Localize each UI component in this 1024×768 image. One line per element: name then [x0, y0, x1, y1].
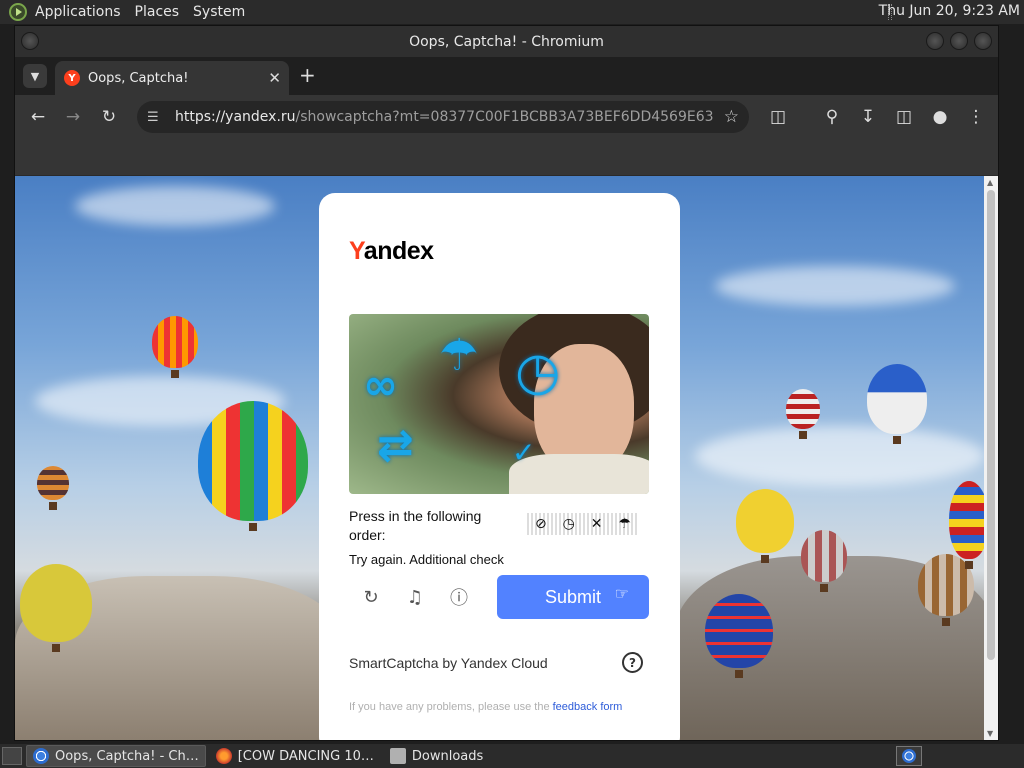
smartcaptcha-brand: SmartCaptcha by Yandex Cloud — [349, 655, 548, 671]
audio-headphones-icon[interactable]: ♫ — [403, 585, 427, 609]
hot-air-balloon — [736, 489, 794, 563]
paperclip-icon[interactable]: ∞ — [363, 360, 398, 409]
profile-avatar-icon[interactable]: ● — [929, 106, 951, 128]
captcha-card: Yandex ∞ ☂ ◷ ⇄ ✓ Press in the following … — [319, 193, 680, 740]
hot-air-balloon — [37, 466, 69, 510]
forward-button[interactable]: → — [62, 106, 84, 128]
hot-air-balloon — [705, 594, 773, 678]
chevron-down-icon: ▼ — [30, 69, 40, 83]
url-host: https://yandex.ru — [175, 109, 296, 125]
tab-search-button[interactable]: ▼ — [23, 64, 47, 88]
kebab-menu-icon[interactable]: ⋮ — [965, 106, 987, 128]
url-text[interactable]: https://yandex.ru/showcaptcha?mt=08377C0… — [175, 109, 713, 125]
scroll-down-arrow-icon[interactable]: ▼ — [987, 729, 993, 738]
close-tab-icon[interactable]: ✕ — [268, 69, 281, 87]
window-title: Oops, Captcha! - Chromium — [409, 33, 604, 50]
url-path: /showcaptcha?mt=08377C00F1BCBB3A73BEF6DD… — [295, 109, 713, 125]
refresh-icon[interactable]: ↻ — [359, 585, 383, 609]
bookmarks-bar — [15, 139, 998, 175]
feedback-form-link[interactable]: feedback form — [553, 701, 623, 713]
tab-strip: ▼ Y Oops, Captcha! ✕ + — [15, 57, 998, 95]
captcha-error-message: Try again. Additional check — [349, 552, 504, 567]
taskbar-item-label: Downloads — [411, 748, 484, 764]
check-icon[interactable]: ✓ — [512, 436, 535, 469]
firefox-icon — [215, 748, 232, 764]
menu-places[interactable]: Places — [135, 4, 180, 20]
labs-flask-icon[interactable]: ⚲ — [821, 106, 843, 128]
side-panel-icon[interactable]: ◫ — [893, 106, 915, 128]
address-bar[interactable]: ☰ https://yandex.ru/showcaptcha?mt=08377… — [137, 101, 749, 133]
hot-air-balloon — [949, 481, 984, 569]
clock-icon[interactable]: ◷ — [515, 342, 560, 402]
umbrella-icon: ☂ — [618, 516, 632, 532]
order-hint-strip: ⊘ ◷ ✕ ☂ — [527, 513, 639, 535]
tray-chromium-icon[interactable] — [896, 746, 922, 766]
hot-air-balloon — [20, 564, 92, 652]
taskbar-item-label: [COW DANCING 10… — [237, 748, 374, 764]
bottom-taskbar: Oops, Captcha! - Ch… [COW DANCING 10… Do… — [0, 744, 1024, 768]
hot-air-balloon — [152, 316, 198, 378]
hot-air-balloon — [786, 389, 820, 439]
cloud — [75, 186, 275, 226]
folder-icon — [389, 748, 406, 764]
captcha-image[interactable]: ∞ ☂ ◷ ⇄ ✓ — [349, 314, 649, 494]
browser-toolbar: ← → ↻ ☰ https://yandex.ru/showcaptcha?mt… — [15, 95, 998, 139]
chromium-icon — [33, 748, 49, 764]
chromium-icon — [902, 749, 916, 763]
scrollbar-thumb[interactable] — [987, 190, 995, 660]
taskbar-item-firefox[interactable]: [COW DANCING 10… — [210, 745, 380, 767]
problems-notice: If you have any problems, please use the… — [349, 701, 623, 713]
page-scrollbar[interactable]: ▲ ▼ — [984, 176, 998, 740]
window-titlebar[interactable]: Oops, Captcha! - Chromium — [15, 26, 998, 57]
site-info-icon[interactable]: ☰ — [147, 110, 167, 125]
shuffle-icon[interactable]: ⇄ — [377, 420, 414, 471]
tab-title: Oops, Captcha! — [88, 70, 189, 86]
minimize-button[interactable] — [926, 32, 944, 50]
menu-applications[interactable]: Applications — [35, 4, 121, 20]
page-viewport: Yandex ∞ ☂ ◷ ⇄ ✓ Press in the following … — [15, 176, 984, 740]
extensions-puzzle-icon[interactable]: ◫ — [767, 106, 789, 128]
cloud — [715, 266, 955, 306]
scroll-up-arrow-icon[interactable]: ▲ — [987, 178, 993, 187]
yandex-logo: Yandex — [349, 237, 434, 265]
download-icon[interactable]: ↧ — [857, 106, 879, 128]
taskbar-item-downloads[interactable]: Downloads — [384, 745, 489, 767]
yandex-favicon-icon: Y — [64, 70, 80, 86]
hand-cursor-icon: ☞ — [614, 586, 629, 603]
info-icon[interactable]: ⓘ — [447, 585, 471, 609]
menu-system[interactable]: System — [193, 4, 245, 20]
help-question-icon[interactable]: ? — [622, 652, 643, 673]
hot-air-balloon — [801, 530, 847, 592]
captcha-prompt: Press in the following order: — [349, 508, 482, 543]
back-button[interactable]: ← — [27, 106, 49, 128]
taskbar-item-chromium[interactable]: Oops, Captcha! - Ch… — [26, 745, 206, 767]
taskbar-item-label: Oops, Captcha! - Ch… — [55, 748, 199, 764]
browser-window: Oops, Captcha! - Chromium ▼ Y Oops, Capt… — [14, 25, 999, 741]
hot-air-balloon — [867, 364, 927, 444]
clock[interactable]: Thu Jun 20, 9:23 AM — [879, 3, 1020, 19]
hot-air-balloon — [198, 401, 308, 531]
shuffle-icon: ✕ — [590, 516, 603, 532]
bookmark-star-icon[interactable]: ☆ — [724, 107, 739, 127]
umbrella-icon[interactable]: ☂ — [439, 330, 478, 381]
show-desktop-button[interactable] — [2, 747, 22, 765]
window-menu-button[interactable] — [21, 32, 39, 50]
distro-logo-icon[interactable] — [9, 3, 27, 21]
submit-button[interactable]: Submit ☞ — [497, 575, 649, 619]
tab-oops-captcha[interactable]: Y Oops, Captcha! ✕ — [55, 61, 289, 95]
new-tab-button[interactable]: + — [299, 63, 316, 87]
cloud — [695, 426, 984, 486]
close-window-button[interactable] — [974, 32, 992, 50]
maximize-button[interactable] — [950, 32, 968, 50]
paperclip-icon: ⊘ — [534, 516, 547, 532]
clock-icon: ◷ — [562, 516, 575, 532]
submit-label: Submit — [544, 586, 602, 607]
reload-button[interactable]: ↻ — [98, 106, 120, 128]
top-panel: Applications Places System Thu Jun 20, 9… — [0, 0, 1024, 24]
